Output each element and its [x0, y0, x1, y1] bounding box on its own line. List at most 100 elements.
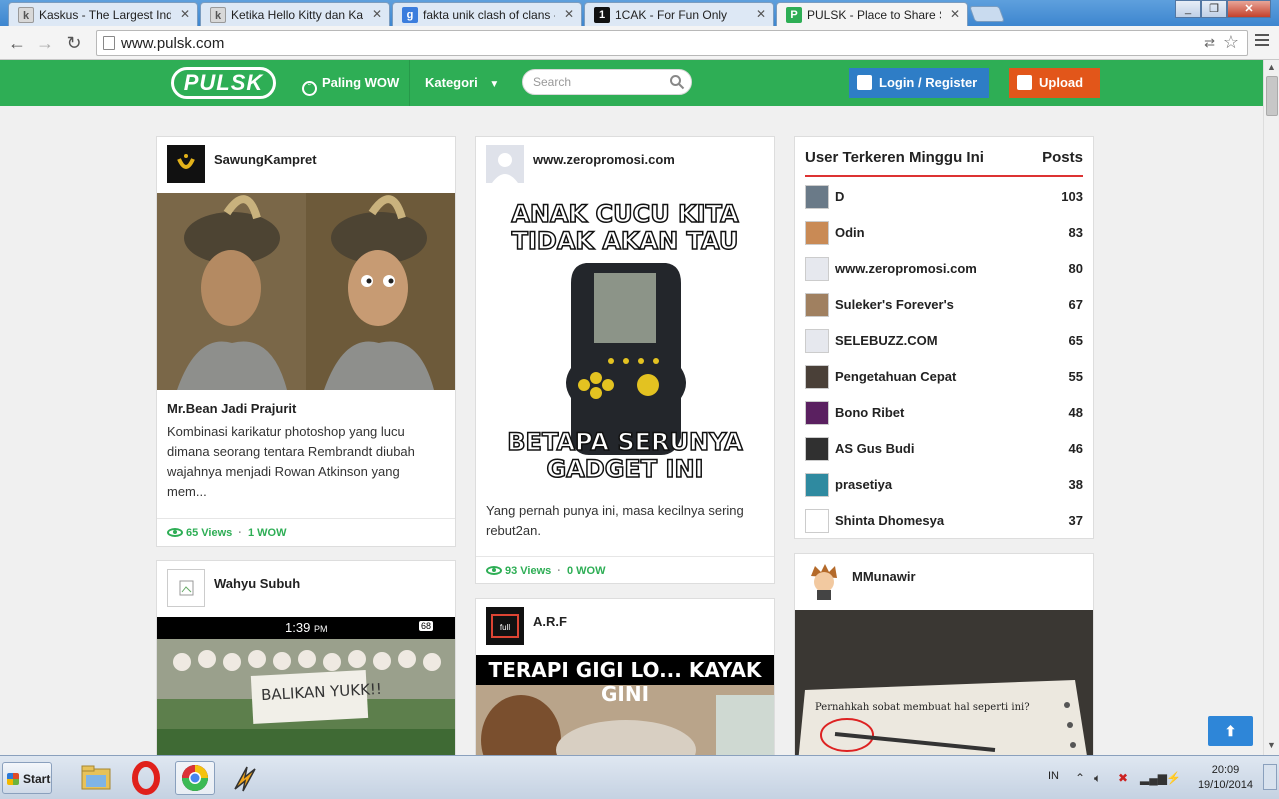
minimize-icon[interactable]: _ — [1175, 0, 1201, 18]
avatar[interactable] — [167, 569, 205, 607]
nav-kategori[interactable]: Kategori ▼ — [425, 75, 499, 90]
tray-expand-icon[interactable]: ⌃ — [1075, 771, 1085, 785]
browser-tab-kaskus[interactable]: k Kaskus - The Largest Indo ✕ — [8, 2, 198, 26]
opera-icon[interactable] — [126, 761, 166, 795]
close-icon[interactable]: ✕ — [950, 7, 960, 21]
start-button[interactable]: Start — [2, 762, 52, 794]
avatar[interactable] — [805, 562, 843, 600]
leaderboard-user-name[interactable]: AS Gus Budi — [835, 441, 914, 456]
avatar[interactable] — [486, 145, 524, 183]
browser-tab-hello-kitty[interactable]: k Ketika Hello Kitty dan Kaw ✕ — [200, 2, 390, 26]
avatar[interactable] — [805, 221, 829, 245]
leaderboard-row[interactable]: Odin 83 — [805, 215, 1083, 251]
close-icon[interactable]: ✕ — [564, 7, 574, 21]
leaderboard-user-name[interactable]: www.zeropromosi.com — [835, 261, 977, 276]
author-name[interactable]: MMunawir — [852, 569, 916, 584]
avatar[interactable] — [805, 509, 829, 533]
leaderboard-row[interactable]: AS Gus Budi 46 — [805, 431, 1083, 467]
wow-count[interactable]: 0 WOW — [567, 565, 606, 577]
nav-paling-wow[interactable]: ˘ Paling WOW — [302, 75, 399, 96]
volume-icon[interactable]: 🔈︎ — [1094, 771, 1101, 786]
leaderboard-user-name[interactable]: Bono Ribet — [835, 405, 904, 420]
leaderboard-user-name[interactable]: Shinta Dhomesya — [835, 513, 944, 528]
leaderboard-row[interactable]: Shinta Dhomesya 37 — [805, 503, 1083, 539]
winamp-icon[interactable] — [225, 761, 265, 795]
new-tab-button[interactable] — [969, 6, 1005, 22]
author-name[interactable]: Wahyu Subuh — [214, 576, 300, 591]
signal-icon[interactable]: ▂▄▆ — [1140, 771, 1167, 785]
scroll-down-arrow-icon[interactable]: ▼ — [1267, 740, 1276, 750]
power-icon[interactable]: ⚡ — [1166, 771, 1181, 785]
show-desktop-button[interactable] — [1263, 764, 1277, 790]
close-icon[interactable]: ✕ — [756, 7, 766, 21]
post-card[interactable]: MMunawir Pernahkah sobat membuat hal sep… — [794, 553, 1094, 755]
post-image[interactable]: ANAK CUCU KITA TIDAK AKAN TAU BETAPA SER… — [476, 193, 774, 493]
window-close-icon[interactable]: ✕ — [1227, 0, 1271, 18]
post-image[interactable] — [157, 193, 455, 390]
pulsk-logo[interactable]: PULSK — [171, 67, 276, 99]
leaderboard-row[interactable]: Pengetahuan Cepat 55 — [805, 359, 1083, 395]
avatar[interactable] — [805, 293, 829, 317]
vertical-scrollbar[interactable]: ▲ ▼ — [1263, 60, 1279, 755]
leaderboard-user-name[interactable]: Pengetahuan Cepat — [835, 369, 956, 384]
leaderboard-user-name[interactable]: Suleker's Forever's — [835, 297, 954, 312]
file-explorer-icon[interactable] — [76, 761, 116, 795]
browser-tab-google[interactable]: g fakta unik clash of clans - ✕ — [392, 2, 582, 26]
leaderboard-row[interactable]: Bono Ribet 48 — [805, 395, 1083, 431]
browser-tab-1cak[interactable]: 1 1CAK - For Fun Only ✕ — [584, 2, 774, 26]
author-name[interactable]: A.R.F — [533, 614, 567, 629]
leaderboard-row[interactable]: D 103 — [805, 179, 1083, 215]
avatar[interactable] — [805, 437, 829, 461]
scroll-to-top-button[interactable]: ⬆ — [1208, 716, 1253, 746]
post-card[interactable]: www.zeropromosi.com ANAK CUCU KITA TIDAK… — [475, 136, 775, 584]
avatar[interactable] — [805, 473, 829, 497]
reload-icon[interactable]: ↻ — [63, 32, 85, 54]
browser-tab-pulsk[interactable]: P PULSK - Place to Share So ✕ — [776, 2, 968, 27]
avatar[interactable]: full — [486, 607, 524, 645]
address-bar[interactable]: www.pulsk.com ⇄ ☆ — [96, 30, 1248, 56]
language-indicator[interactable]: IN — [1048, 770, 1059, 782]
leaderboard-row[interactable]: prasetiya 38 — [805, 467, 1083, 503]
avatar[interactable] — [805, 185, 829, 209]
restore-icon[interactable]: ❐ — [1201, 0, 1227, 18]
avatar[interactable] — [805, 329, 829, 353]
post-card[interactable]: Wahyu Subuh 1:39 PM 68 BALIKAN YUKK!! — [156, 560, 456, 755]
upload-button[interactable]: Upload — [1009, 68, 1100, 98]
back-arrow-icon[interactable]: ← — [6, 32, 28, 54]
post-image[interactable]: TERAPI GIGI LO... KAYAK GINI — [476, 655, 774, 755]
leaderboard-user-name[interactable]: SELEBUZZ.COM — [835, 333, 938, 348]
post-image[interactable]: Pernahkah sobat membuat hal seperti ini? — [795, 610, 1093, 755]
close-icon[interactable]: ✕ — [372, 7, 382, 21]
network-error-icon[interactable]: ✖ — [1118, 771, 1128, 785]
clock[interactable]: 20:09 19/10/2014 — [1198, 763, 1253, 793]
translate-icon[interactable]: ⇄ — [1204, 35, 1215, 51]
bookmark-star-icon[interactable]: ☆ — [1223, 32, 1239, 53]
scrollbar-thumb[interactable] — [1266, 76, 1278, 116]
leaderboard-user-name[interactable]: D — [835, 189, 844, 204]
close-icon[interactable]: ✕ — [180, 7, 190, 21]
search-input[interactable] — [533, 74, 663, 90]
post-image[interactable]: 1:39 PM 68 BALIKAN YUKK!! — [157, 617, 455, 755]
leaderboard-row[interactable]: Suleker's Forever's 67 — [805, 287, 1083, 323]
author-name[interactable]: SawungKampret — [214, 152, 317, 167]
author-name[interactable]: www.zeropromosi.com — [533, 152, 675, 167]
avatar[interactable] — [805, 257, 829, 281]
url-text[interactable]: www.pulsk.com — [121, 35, 224, 52]
leaderboard-user-name[interactable]: prasetiya — [835, 477, 892, 492]
chrome-icon[interactable] — [175, 761, 215, 795]
leaderboard-row[interactable]: SELEBUZZ.COM 65 — [805, 323, 1083, 359]
avatar[interactable] — [167, 145, 205, 183]
post-card[interactable]: SawungKampret Mr.Bean Jadi Prajurit Komb… — [156, 136, 456, 547]
login-register-button[interactable]: Login / Register — [849, 68, 989, 98]
post-card[interactable]: full A.R.F TERAPI GIGI LO... KAYAK GINI — [475, 598, 775, 755]
leaderboard-user-name[interactable]: Odin — [835, 225, 865, 240]
post-title[interactable]: Mr.Bean Jadi Prajurit — [167, 401, 296, 416]
forward-arrow-icon[interactable]: → — [34, 32, 56, 54]
avatar[interactable] — [805, 365, 829, 389]
wow-count[interactable]: 1 WOW — [248, 527, 287, 539]
browser-menu-icon[interactable] — [1255, 34, 1269, 48]
leaderboard-row[interactable]: www.zeropromosi.com 80 — [805, 251, 1083, 287]
scroll-up-arrow-icon[interactable]: ▲ — [1267, 62, 1276, 72]
search-icon[interactable] — [669, 74, 685, 90]
avatar[interactable] — [805, 401, 829, 425]
